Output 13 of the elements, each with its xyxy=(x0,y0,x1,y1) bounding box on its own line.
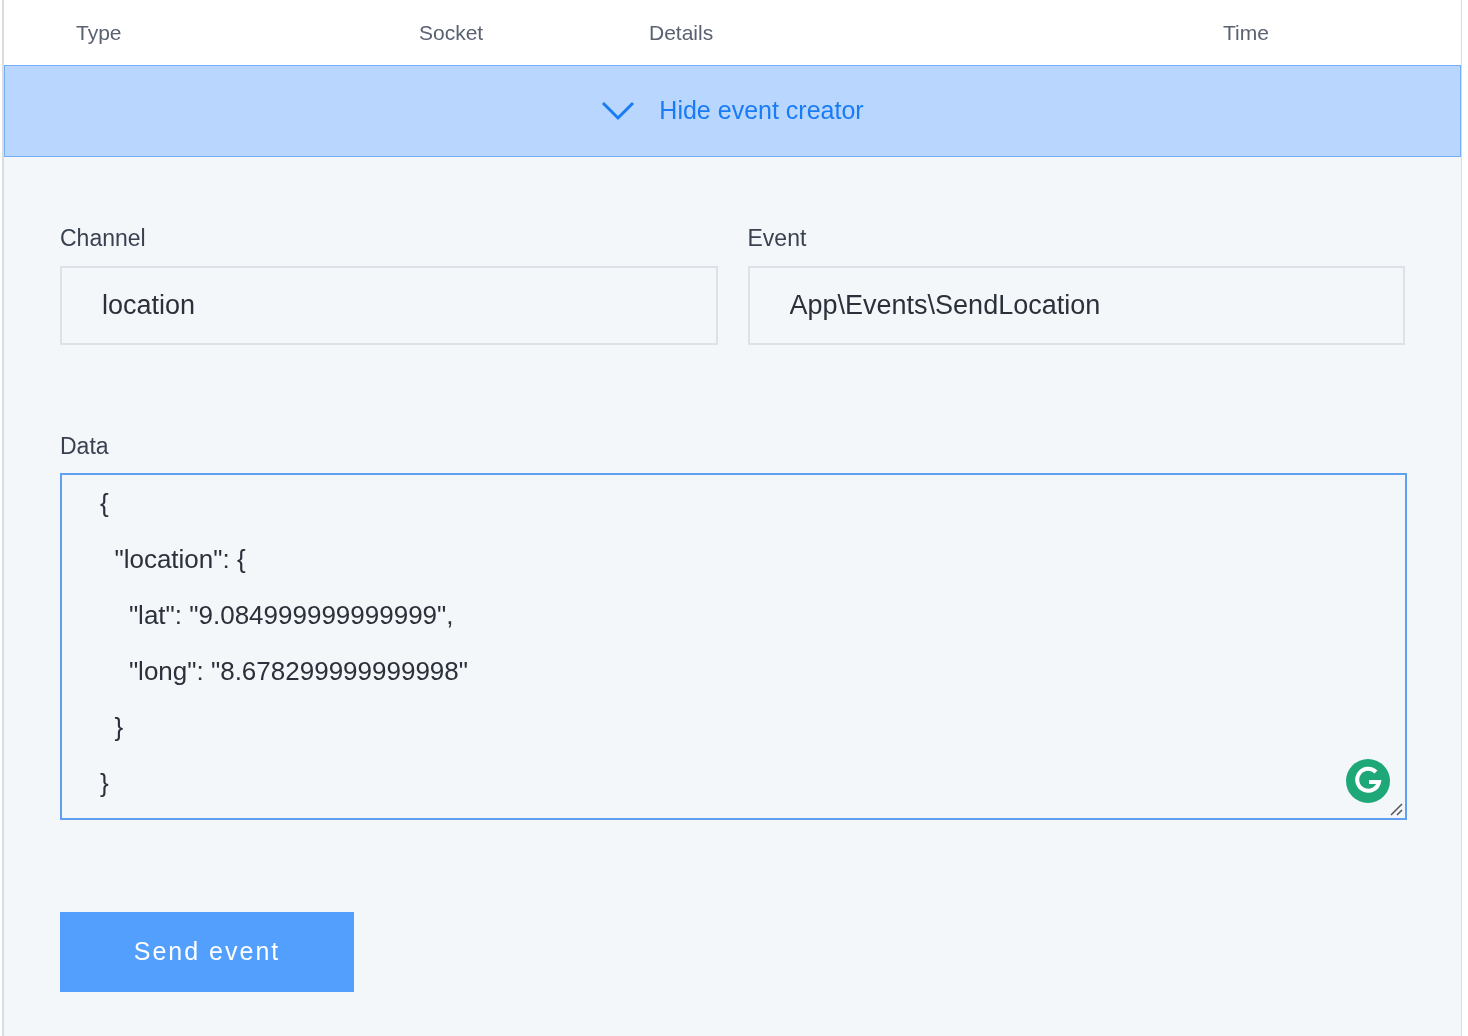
field-label: Event xyxy=(747,224,808,253)
field-label: Data xyxy=(60,431,110,461)
column-header: Details xyxy=(649,19,715,46)
resize-handle-icon[interactable] xyxy=(1389,802,1403,816)
field-label: Channel xyxy=(60,224,147,253)
chevron-icon xyxy=(601,101,636,121)
data-textarea[interactable]: { "location": { "lat": "9.084999999999999", "long": "8.678299999999998" } } xyxy=(60,473,1407,820)
column-header: Time xyxy=(1223,19,1269,46)
column-header: Socket xyxy=(419,19,485,46)
column-header: Type xyxy=(76,19,123,46)
g-circle-icon[interactable] xyxy=(1345,758,1391,804)
input-field[interactable]: location xyxy=(60,265,718,345)
input-field[interactable]: App\Events\SendLocation xyxy=(747,265,1405,345)
